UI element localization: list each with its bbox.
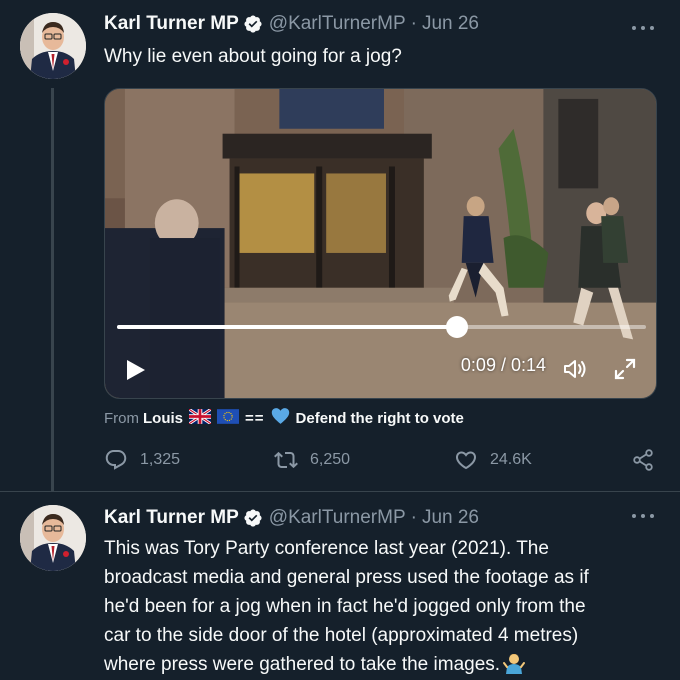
- tweet-text-line: car to the side door of the hotel (appro…: [104, 625, 579, 646]
- video-player[interactable]: 0:09 / 0:14: [104, 88, 657, 399]
- retweet-button[interactable]: 6,250: [274, 447, 350, 473]
- separator-dot: ·: [410, 13, 417, 34]
- reply-icon: [105, 450, 127, 470]
- tweet-text-line: he'd been for a jog when in fact he'd jo…: [104, 596, 586, 617]
- video-scrubber-handle[interactable]: [446, 316, 469, 338]
- like-icon: [455, 451, 477, 470]
- retweet-count: 6,250: [310, 451, 351, 468]
- tweet-header: Karl Turner MP @KarlTurnerMP · Jun 26: [104, 506, 479, 530]
- attribution-tail: Defend the right to vote: [295, 409, 464, 427]
- video-attribution[interactable]: From Louis == Defend the right to vote: [104, 406, 464, 430]
- tweet-text: Why lie even about going for a jog?: [104, 46, 402, 67]
- volume-icon[interactable]: [561, 355, 589, 383]
- tweet-actions: 1,325 6,250 24.6K: [104, 447, 660, 473]
- eu-flag-icon: [217, 408, 239, 428]
- verified-badge-icon: [243, 14, 263, 34]
- share-button[interactable]: [631, 447, 655, 473]
- tweet-text-line: where press were gathered to take the im…: [104, 650, 664, 679]
- blue-heart-icon: [271, 407, 290, 429]
- video-progress-fill: [117, 325, 458, 329]
- verified-badge-icon: [243, 508, 263, 528]
- video-timecode: 0:09 / 0:14: [460, 355, 546, 375]
- more-options-icon[interactable]: [632, 18, 654, 38]
- more-options-icon[interactable]: [632, 506, 654, 526]
- tweet[interactable]: Karl Turner MP @KarlTurnerMP · Jun 26 Wh…: [0, 0, 680, 492]
- tweet-text: This was Tory Party conference last year…: [104, 534, 664, 679]
- shrug-emoji-icon: [503, 652, 526, 674]
- share-icon: [633, 449, 653, 471]
- fullscreen-icon[interactable]: [611, 355, 639, 383]
- tweet-header: Karl Turner MP @KarlTurnerMP · Jun 26: [104, 12, 479, 36]
- avatar[interactable]: [20, 13, 86, 79]
- uk-flag-icon: [188, 407, 212, 428]
- attribution-prefix: From: [104, 409, 139, 427]
- avatar[interactable]: [20, 505, 86, 571]
- retweet-icon: [274, 451, 298, 469]
- tweet-date[interactable]: Jun 26: [422, 13, 479, 35]
- reply-button[interactable]: 1,325: [104, 447, 180, 473]
- author-handle[interactable]: @KarlTurnerMP: [269, 13, 406, 35]
- tweet-divider: [0, 491, 680, 492]
- tweet-date[interactable]: Jun 26: [422, 507, 479, 529]
- author-name[interactable]: Karl Turner MP: [104, 13, 239, 35]
- play-icon[interactable]: [121, 356, 149, 384]
- author-handle[interactable]: @KarlTurnerMP: [269, 507, 406, 529]
- tweet[interactable]: Karl Turner MP @KarlTurnerMP · Jun 26 Th…: [0, 493, 680, 680]
- author-name[interactable]: Karl Turner MP: [104, 507, 239, 529]
- tweet-text-line: broadcast media and general press used t…: [104, 567, 589, 588]
- reply-count: 1,325: [140, 451, 181, 468]
- video-progress-bar[interactable]: [117, 316, 646, 338]
- video-frame: [105, 89, 656, 398]
- separator-dot: ·: [410, 507, 417, 528]
- tweet-text-line-end: where press were gathered to take the im…: [104, 654, 501, 675]
- like-button[interactable]: 24.6K: [454, 447, 532, 473]
- thread-line: [51, 88, 54, 492]
- tweet-text-line: This was Tory Party conference last year…: [104, 538, 549, 559]
- like-count: 24.6K: [490, 451, 532, 468]
- attribution-emoji-text: ==: [245, 409, 265, 427]
- attribution-user[interactable]: Louis: [143, 410, 183, 427]
